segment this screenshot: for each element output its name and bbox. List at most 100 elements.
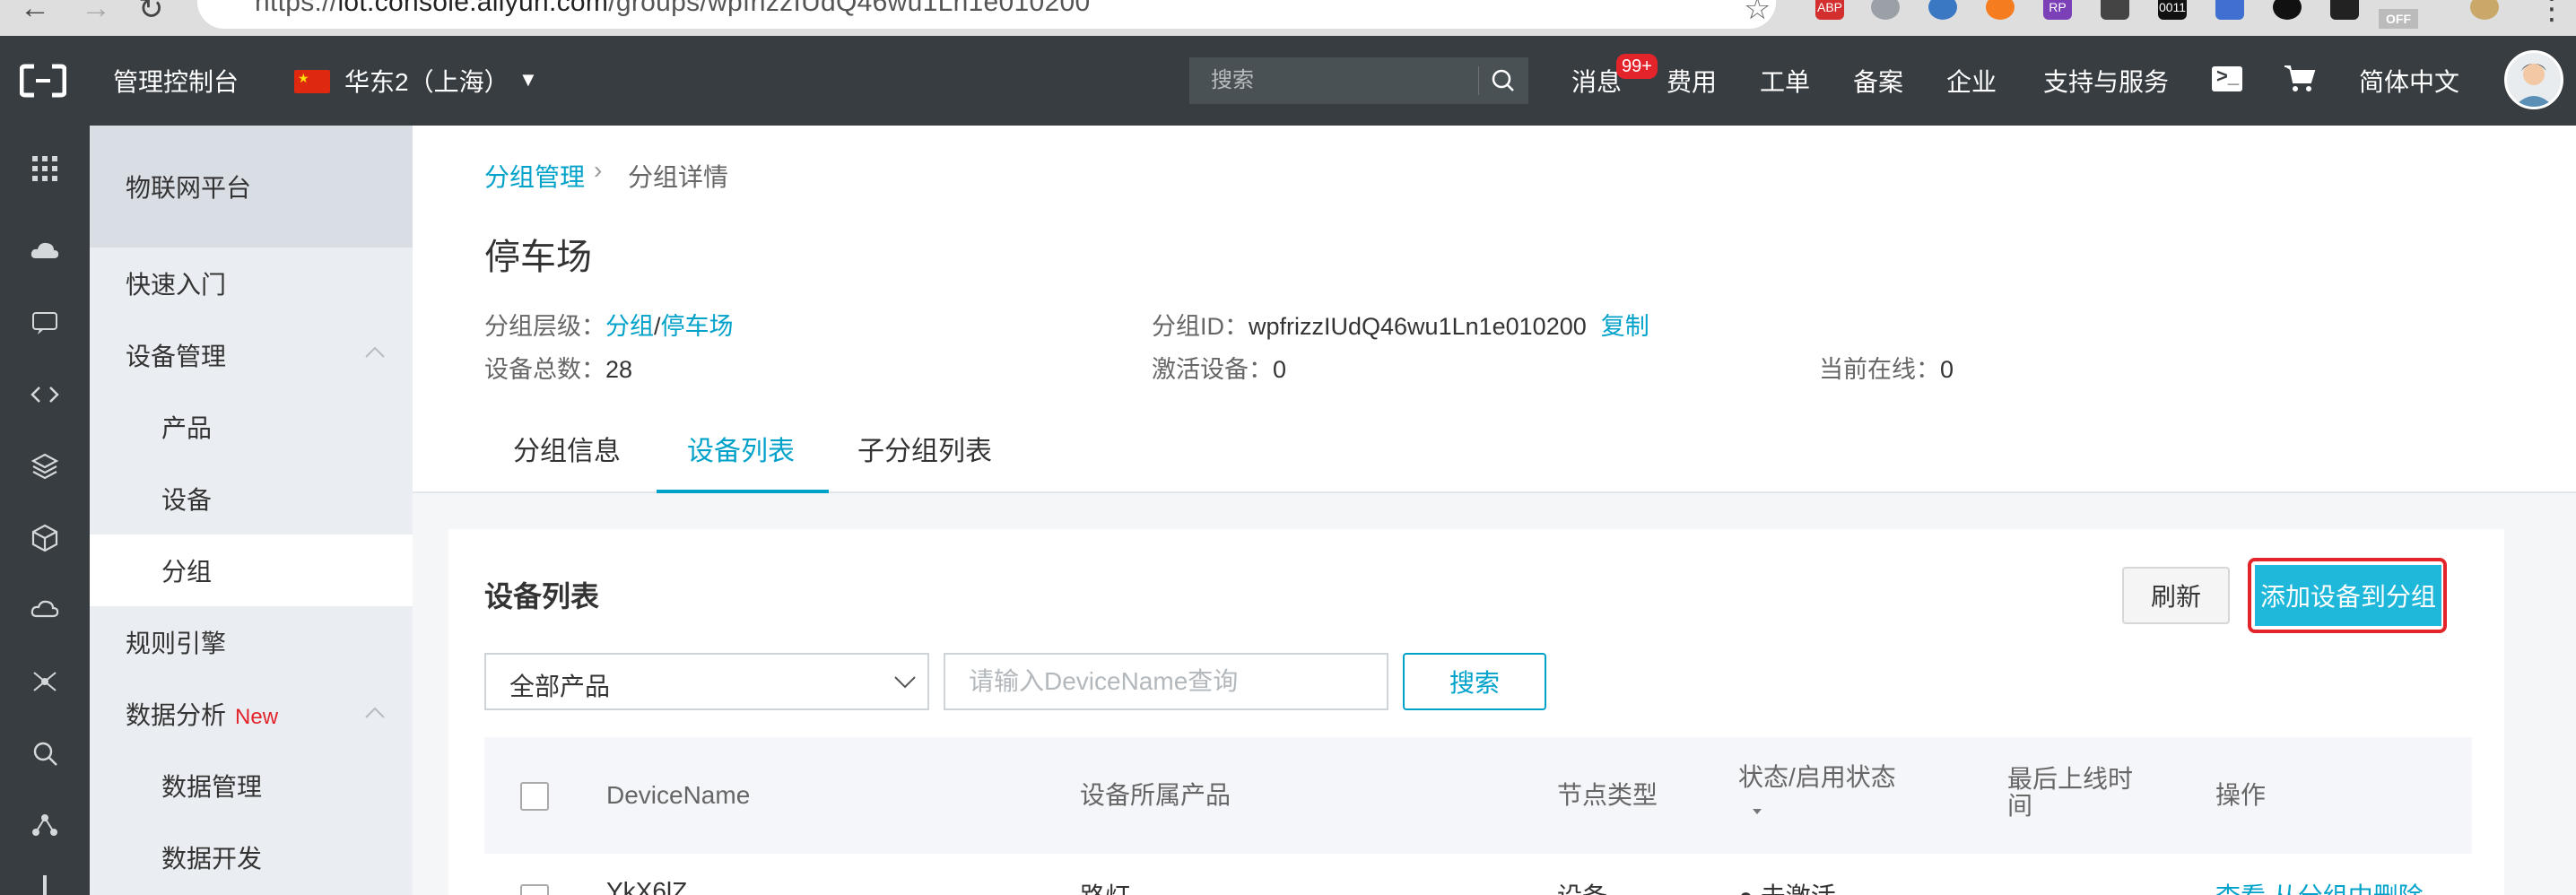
share-nodes-icon[interactable] [27,807,63,843]
browser-menu-icon[interactable]: ⋮ [2537,0,2567,27]
bookmark-star-icon[interactable]: ☆ [1744,0,1771,27]
extension-icon[interactable] [1928,0,1957,20]
cloud-sync-icon[interactable] [27,592,63,628]
row-status: ● 未激活 [1738,877,1836,895]
group-level-leaf-link[interactable]: 停车场 [661,313,734,340]
grid-menu-icon[interactable] [27,151,63,187]
messages-link[interactable]: 消息 [1571,63,1622,99]
chevron-down-icon [894,676,916,689]
support-link[interactable]: 支持与服务 [2043,63,2169,99]
off-badge: OFF [2379,9,2418,29]
table-row: YkX6lZ... 路灯 设备 ● 未激活 查看 从分组中删除 [484,854,2472,895]
row-actions[interactable]: 查看 从分组中删除 [2215,877,2424,895]
new-badge: New [235,705,279,729]
chevron-up-icon[interactable] [364,705,386,719]
tab-device-list[interactable]: 设备列表 [687,429,795,468]
aliyun-logo-icon[interactable] [20,61,66,100]
copy-id-link[interactable]: 复制 [1601,313,1649,340]
sidebar-item-rule-engine[interactable]: 规则引擎 [126,624,226,660]
qr-extension-icon[interactable] [2101,0,2129,20]
product-icon-rail [0,126,90,895]
language-selector[interactable]: 简体中文 [2359,63,2459,99]
select-all-checkbox[interactable] [520,782,549,811]
device-search-button[interactable]: 搜索 [1403,653,1546,710]
product-filter-select[interactable]: 全部产品 [484,653,929,710]
breadcrumb-current: 分组详情 [628,163,729,191]
sidebar-item-device[interactable]: 设备 [161,481,212,517]
sidebar-item-data-analysis[interactable]: 数据分析 New [126,696,278,732]
sidebar-item-product[interactable]: 产品 [161,409,212,445]
layers-icon[interactable] [27,448,63,484]
active-devices: 激活设备：0 [1152,356,1287,383]
device-name-search-input[interactable] [944,653,1388,710]
column-last-online: 最后上线时间 [2007,765,2134,820]
binary-extension-icon[interactable]: 0011 [2158,0,2187,20]
caret-down-icon[interactable]: ▼ [518,68,538,91]
extension-icon[interactable] [1986,0,2015,20]
sidebar-item-data-development[interactable]: 数据开发 [161,839,262,875]
column-device-name[interactable]: DeviceName [606,782,750,809]
global-search-input[interactable] [1189,57,1476,104]
user-avatar[interactable] [2504,50,2563,109]
group-detail-header: 分组管理 › 分组详情 停车场 分组层级：分组/停车场 分组ID：wpfrizz… [413,126,2576,493]
sidebar-title: 物联网平台 [126,174,252,202]
cart-icon[interactable] [2282,63,2318,95]
extension-icon[interactable] [2330,0,2359,20]
rp-extension-icon[interactable]: RP [2043,0,2072,20]
code-icon[interactable] [27,377,63,413]
search-analytics-icon[interactable] [27,735,63,771]
search-icon[interactable] [1478,57,1528,104]
sidebar-active-highlight [90,534,413,606]
row-device-name[interactable]: YkX6lZ... [606,877,709,895]
sidebar-item-group[interactable]: 分组 [161,552,212,588]
sidebar-header: 物联网平台 [90,126,413,248]
device-total: 设备总数：28 [484,356,633,383]
group-id-value: wpfrizzIUdQ46wu1Ln1e010200 [1249,313,1587,340]
tickets-link[interactable]: 工单 [1760,63,1810,99]
breadcrumb-group-management[interactable]: 分组管理 [484,158,585,194]
globe-extension-icon[interactable] [1871,0,1900,20]
forward-arrow-icon[interactable]: → [81,0,111,26]
adblock-extension-icon[interactable]: ABP [1815,0,1844,20]
messages-badge: 99+ [1616,54,1658,79]
tab-group-info[interactable]: 分组信息 [513,429,621,468]
page-title: 停车场 [484,238,592,277]
chat-icon[interactable] [27,305,63,341]
sidebar-item-quick-start[interactable]: 快速入门 [126,265,226,301]
extension-icon[interactable] [2273,0,2302,20]
back-arrow-icon[interactable]: ← [20,0,50,26]
china-flag-icon: ★ [294,70,330,93]
breadcrumb-separator: › [594,156,603,184]
cloud-icon[interactable] [27,233,63,269]
refresh-button[interactable]: 刷新 [2122,567,2230,624]
sidebar-item-device-management[interactable]: 设备管理 [126,337,226,373]
enterprise-link[interactable]: 企业 [1946,63,1997,99]
browser-toolbar: ← → ↻ https://iot.console.aliyun.com/gro… [0,0,2576,36]
sidebar-item-label: 数据分析 [126,701,227,729]
sidebar-item-data-management[interactable]: 数据管理 [161,768,262,804]
region-selector[interactable]: 华东2（上海） [344,63,509,99]
column-status[interactable]: 状态/启用状态 [1738,764,1896,791]
billing-link[interactable]: 费用 [1667,63,1717,99]
console-title[interactable]: 管理控制台 [113,63,239,99]
product-filter-value: 全部产品 [509,673,611,700]
active-tab-indicator [657,490,829,493]
row-checkbox[interactable] [520,884,549,895]
global-search [1189,57,1528,104]
sidebar-icon[interactable] [27,870,63,895]
profile-extension-icon[interactable] [2470,0,2499,20]
add-device-to-group-button[interactable]: 添加设备到分组 [2255,565,2441,626]
reload-icon[interactable]: ↻ [138,0,164,27]
chevron-up-icon[interactable] [364,344,386,359]
filter-caret-icon[interactable] [1751,807,1763,816]
group-level-root-link[interactable]: 分组 [605,313,654,340]
extension-icon[interactable] [2215,0,2244,20]
network-icon[interactable] [27,664,63,699]
terminal-icon[interactable]: >_ [2212,65,2242,91]
column-node-type: 节点类型 [1557,781,1658,809]
icp-link[interactable]: 备案 [1853,63,1903,99]
address-text: https://iot.console.aliyun.com/groups/wp… [255,0,1091,17]
row-product: 路灯 [1080,877,1130,895]
tab-subgroup-list[interactable]: 子分组列表 [857,429,992,468]
cube-icon[interactable] [27,520,63,556]
